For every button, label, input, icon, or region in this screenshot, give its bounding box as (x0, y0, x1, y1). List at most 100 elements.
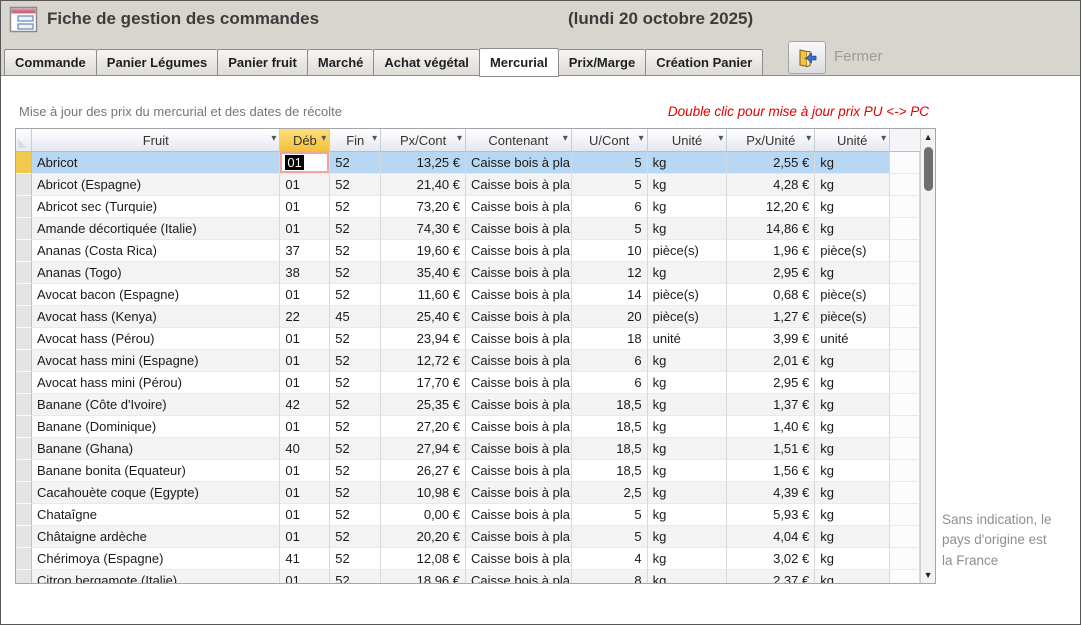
row-selector[interactable] (16, 372, 32, 394)
filter-dropdown-icon[interactable]: ▾ (372, 133, 377, 144)
cell[interactable]: kg (648, 174, 728, 196)
row-selector[interactable] (16, 174, 32, 196)
cell[interactable]: 41 (280, 548, 330, 570)
tab-mercurial[interactable]: Mercurial (479, 48, 559, 77)
column-header-contenant[interactable]: Contenant▾ (466, 129, 572, 152)
cell[interactable]: kg (648, 438, 728, 460)
cell[interactable]: 1,37 € (727, 394, 815, 416)
cell[interactable]: 2,95 € (727, 372, 815, 394)
tab-creation-panier[interactable]: Création Panier (645, 49, 763, 76)
row-selector[interactable] (16, 218, 32, 240)
row-selector[interactable] (16, 482, 32, 504)
cell[interactable]: Banane (Côte d'Ivoire) (32, 394, 280, 416)
scroll-down-icon[interactable]: ▼ (921, 567, 935, 583)
cell[interactable]: 5,93 € (727, 504, 815, 526)
cell[interactable]: Ananas (Togo) (32, 262, 280, 284)
cell[interactable]: unité (648, 328, 728, 350)
cell[interactable]: 52 (330, 372, 381, 394)
row-selector[interactable] (16, 152, 32, 174)
new-column-placeholder[interactable] (890, 372, 920, 394)
cell[interactable]: 17,70 € (381, 372, 466, 394)
cell[interactable]: 52 (330, 526, 381, 548)
close-button[interactable] (788, 41, 826, 74)
tab-achat-vegetal[interactable]: Achat végétal (373, 49, 479, 76)
cell[interactable]: 01 (280, 416, 330, 438)
cell[interactable]: 0,00 € (381, 504, 466, 526)
cell[interactable]: Cacahouète coque (Egypte) (32, 482, 280, 504)
cell[interactable]: 11,60 € (381, 284, 466, 306)
tab-prix-marge[interactable]: Prix/Marge (559, 49, 645, 76)
cell[interactable]: Caisse bois à pla (466, 196, 572, 218)
new-column-placeholder[interactable] (890, 482, 920, 504)
column-header-fin[interactable]: Fin▾ (330, 129, 381, 152)
cell[interactable]: Caisse bois à pla (466, 306, 572, 328)
cell[interactable]: 6 (572, 196, 648, 218)
cell[interactable]: 35,40 € (381, 262, 466, 284)
cell[interactable]: 25,40 € (381, 306, 466, 328)
new-column-placeholder[interactable] (890, 526, 920, 548)
cell[interactable]: 01 (280, 218, 330, 240)
cell[interactable]: Caisse bois à pla (466, 350, 572, 372)
row-selector[interactable] (16, 438, 32, 460)
cell[interactable]: pièce(s) (815, 284, 890, 306)
cell[interactable]: 3,02 € (727, 548, 815, 570)
cell[interactable]: 13,25 € (381, 152, 466, 174)
cell[interactable]: 01 (280, 350, 330, 372)
cell[interactable]: 6 (572, 350, 648, 372)
cell[interactable]: 4,39 € (727, 482, 815, 504)
cell[interactable]: 25,35 € (381, 394, 466, 416)
cell[interactable]: kg (648, 570, 728, 583)
cell[interactable]: 14,86 € (727, 218, 815, 240)
row-selector[interactable] (16, 394, 32, 416)
cell[interactable]: 52 (330, 328, 381, 350)
cell[interactable]: Caisse bois à pla (466, 570, 572, 583)
cell[interactable]: 5 (572, 174, 648, 196)
cell[interactable]: 1,51 € (727, 438, 815, 460)
cell[interactable]: 22 (280, 306, 330, 328)
cell[interactable]: kg (648, 394, 728, 416)
cell[interactable]: 19,60 € (381, 240, 466, 262)
new-column-placeholder[interactable] (890, 240, 920, 262)
row-selector[interactable] (16, 570, 32, 583)
new-column-placeholder[interactable] (890, 196, 920, 218)
cell[interactable]: kg (815, 504, 890, 526)
cell[interactable]: kg (815, 196, 890, 218)
cell[interactable]: kg (648, 350, 728, 372)
cell[interactable]: 6 (572, 372, 648, 394)
cell[interactable]: kg (648, 372, 728, 394)
column-header-deb[interactable]: Déb▾ (280, 129, 330, 152)
new-column-placeholder[interactable] (890, 548, 920, 570)
column-header-u-cont[interactable]: U/Cont▾ (572, 129, 648, 152)
cell[interactable]: 12,20 € (727, 196, 815, 218)
cell[interactable]: Caisse bois à pla (466, 504, 572, 526)
cell[interactable]: kg (648, 504, 728, 526)
cell[interactable]: Ananas (Costa Rica) (32, 240, 280, 262)
row-selector[interactable] (16, 526, 32, 548)
cell[interactable]: 1,56 € (727, 460, 815, 482)
cell[interactable]: 01 (280, 152, 330, 174)
cell[interactable]: kg (815, 218, 890, 240)
cell[interactable]: kg (648, 416, 728, 438)
new-column-placeholder[interactable] (890, 328, 920, 350)
cell[interactable]: kg (815, 350, 890, 372)
filter-dropdown-icon[interactable]: ▾ (881, 133, 886, 144)
row-selector[interactable] (16, 262, 32, 284)
cell[interactable]: 52 (330, 482, 381, 504)
cell[interactable]: 26,27 € (381, 460, 466, 482)
new-column-placeholder[interactable] (890, 570, 920, 583)
cell[interactable]: Abricot (32, 152, 280, 174)
cell[interactable]: 23,94 € (381, 328, 466, 350)
cell[interactable]: 5 (572, 526, 648, 548)
cell[interactable]: 01 (280, 372, 330, 394)
row-selector[interactable] (16, 306, 32, 328)
cell[interactable]: 4 (572, 548, 648, 570)
row-selector[interactable] (16, 416, 32, 438)
row-selector[interactable] (16, 328, 32, 350)
cell[interactable]: pièce(s) (648, 306, 728, 328)
cell[interactable]: Abricot sec (Turquie) (32, 196, 280, 218)
new-column-placeholder[interactable] (890, 350, 920, 372)
tab-commande[interactable]: Commande (4, 49, 96, 76)
cell[interactable]: Caisse bois à pla (466, 218, 572, 240)
cell[interactable]: 2,37 € (727, 570, 815, 583)
cell[interactable]: Caisse bois à pla (466, 482, 572, 504)
